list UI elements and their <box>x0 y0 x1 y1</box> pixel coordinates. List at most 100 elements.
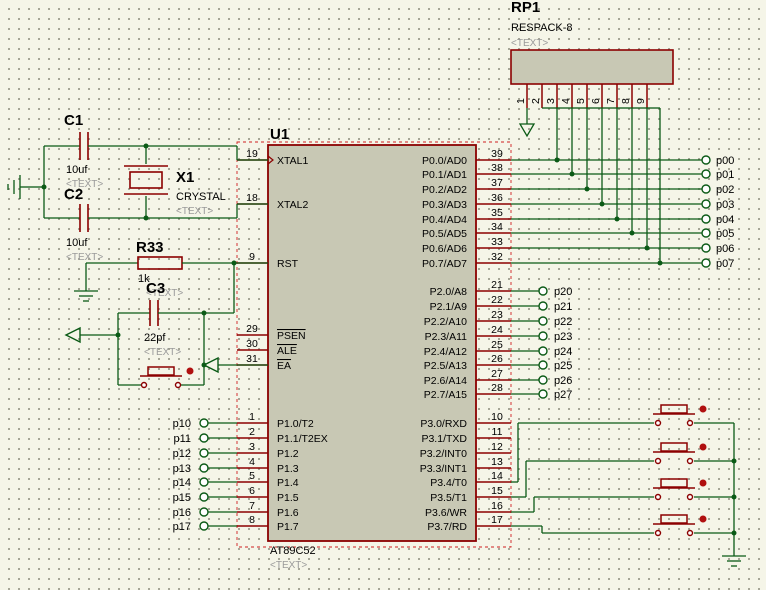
rp1-pin-number: 2 <box>530 98 542 104</box>
button-indicator-icon <box>699 515 707 523</box>
pin-name: P3.6/WR <box>425 507 467 519</box>
pin-number: 12 <box>491 441 503 453</box>
terminal-label: p20 <box>554 286 572 298</box>
rp1-part: RESPACK-8 <box>511 22 573 34</box>
pin-name: P3.2/INT0 <box>420 448 467 460</box>
terminal-label: p07 <box>716 258 734 270</box>
u1-chip[interactable]: U1 AT89C52 <TEXT> 19XTAL118XTAL29RST29PS… <box>236 126 512 571</box>
terminal-icon <box>701 169 711 179</box>
rp1-pin-number: 4 <box>560 98 572 104</box>
pin-name: P0.7/AD7 <box>422 258 467 270</box>
rp1-pin-number: 5 <box>575 98 587 104</box>
pin-name: RST <box>277 258 299 270</box>
terminal-label: p22 <box>554 316 572 328</box>
pin-number: 31 <box>246 353 258 365</box>
rp1-pin-number: 7 <box>605 98 617 104</box>
terminal-label: p02 <box>716 184 734 196</box>
terminal-label: p03 <box>716 199 734 211</box>
terminal-label: p15 <box>173 492 191 504</box>
pin-name: P2.7/A15 <box>424 389 467 401</box>
terminal-label: p14 <box>173 477 191 489</box>
rp1-respack[interactable]: RP1 RESPACK-8 <TEXT> 123456789 <box>510 0 674 138</box>
pin-name: P1.2 <box>277 448 299 460</box>
pin-number: 4 <box>249 456 255 468</box>
pin-name: P3.0/RXD <box>420 418 467 430</box>
c2-text: <TEXT> <box>66 252 103 263</box>
pin-name: XTAL2 <box>277 199 308 211</box>
terminal-label: p17 <box>173 521 191 533</box>
pin-number: 34 <box>491 221 503 233</box>
c2-value: 10uf <box>66 237 88 249</box>
pin-name: P0.2/AD2 <box>422 184 467 196</box>
terminal-label: p00 <box>716 155 734 167</box>
reset-pushbutton[interactable] <box>118 366 204 389</box>
terminal-icon <box>701 199 711 209</box>
pin-name: P2.4/A12 <box>424 346 467 358</box>
pin-name: P2.2/A10 <box>424 316 467 328</box>
pin-number: 22 <box>491 294 503 306</box>
rp1-pin-number: 1 <box>515 98 527 104</box>
pin-name: EA <box>277 360 291 372</box>
pin-name: P3.7/RD <box>427 521 467 533</box>
terminal-icon <box>701 228 711 238</box>
r33-ref: R33 <box>136 239 164 256</box>
pin-number: 36 <box>491 192 503 204</box>
terminal-icon <box>538 346 548 356</box>
pin-name: P3.4/T0 <box>430 477 467 489</box>
pin-number: 25 <box>491 339 503 351</box>
pin-number: 1 <box>249 411 255 423</box>
button-indicator-icon <box>186 367 194 375</box>
pin-name: P3.1/TXD <box>421 433 467 445</box>
pin-number: 2 <box>249 426 255 438</box>
pin-number: 32 <box>491 251 503 263</box>
terminal-label: p23 <box>554 331 572 343</box>
pin-name: P3.3/INT1 <box>420 463 467 475</box>
pin-number: 9 <box>249 251 255 263</box>
pin-number: 26 <box>491 353 503 365</box>
pin-number: 23 <box>491 309 503 321</box>
pin-name: P0.3/AD3 <box>422 199 467 211</box>
pin-name: P2.6/A14 <box>424 375 467 387</box>
terminal-icon <box>538 331 548 341</box>
terminal-label: p21 <box>554 301 572 313</box>
terminal-icon <box>538 316 548 326</box>
terminal-icon <box>199 463 209 473</box>
terminal-label: p10 <box>173 418 191 430</box>
pin-number: 3 <box>249 441 255 453</box>
pin-number: 39 <box>491 148 503 160</box>
r33-body <box>137 256 183 270</box>
x1-crystal-body <box>129 171 163 189</box>
pin-name: P0.6/AD6 <box>422 243 467 255</box>
pin-number: 38 <box>491 162 503 174</box>
terminal-icon <box>701 184 711 194</box>
terminal-label: p04 <box>716 214 734 226</box>
pin-name: PSEN <box>277 330 306 342</box>
rp1-pin-number: 6 <box>590 98 602 104</box>
ground-icon <box>7 175 30 199</box>
terminal-label: p16 <box>173 507 191 519</box>
pin-name: P2.5/A13 <box>424 360 467 372</box>
terminal-icon <box>199 492 209 502</box>
pin-name: ALE <box>277 345 297 357</box>
p3-pushbuttons[interactable] <box>511 404 746 567</box>
terminal-icon <box>199 521 209 531</box>
pin-name: P1.5 <box>277 492 299 504</box>
rp1-pins: 123456789 <box>515 84 648 108</box>
u1-text: <TEXT> <box>270 560 307 571</box>
c3-ref: C3 <box>146 280 165 297</box>
button-indicator-icon <box>699 443 707 451</box>
pin-number: 10 <box>491 411 503 423</box>
pin-number: 13 <box>491 456 503 468</box>
schematic-canvas: RP1 RESPACK-8 <TEXT> 123456789 U1 AT89C5… <box>7 0 746 571</box>
pin-name: XTAL1 <box>277 155 308 167</box>
c1-value: 10uf <box>66 164 88 176</box>
pin-number: 37 <box>491 177 503 189</box>
button-indicator-icon <box>699 479 707 487</box>
pin-number: 27 <box>491 368 503 380</box>
terminal-icon <box>701 258 711 268</box>
x1-ref: X1 <box>176 169 194 186</box>
terminal-icon <box>199 433 209 443</box>
pin-number: 29 <box>246 323 258 335</box>
rp1-text: <TEXT> <box>511 38 548 49</box>
p0-bus-wires <box>511 107 702 266</box>
